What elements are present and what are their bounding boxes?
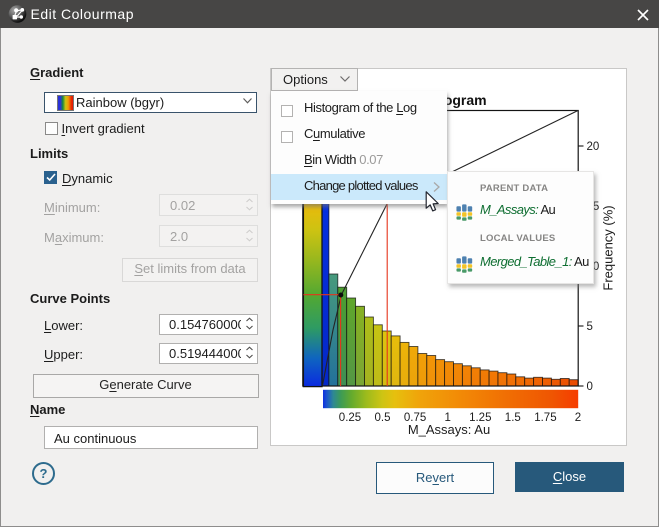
svg-text:20: 20 (587, 141, 600, 153)
svg-text:1.5: 1.5 (505, 412, 521, 424)
svg-text:1.75: 1.75 (534, 412, 556, 424)
svg-text:5: 5 (587, 321, 593, 333)
svg-text:Frequency (%): Frequency (%) (601, 205, 616, 290)
svg-text:0: 0 (587, 381, 593, 393)
svg-text:0.5: 0.5 (375, 412, 391, 424)
svg-text:0.25: 0.25 (339, 412, 361, 424)
svg-text:2: 2 (575, 412, 581, 424)
svg-text:M_Assays: Au: M_Assays: Au (408, 422, 490, 437)
